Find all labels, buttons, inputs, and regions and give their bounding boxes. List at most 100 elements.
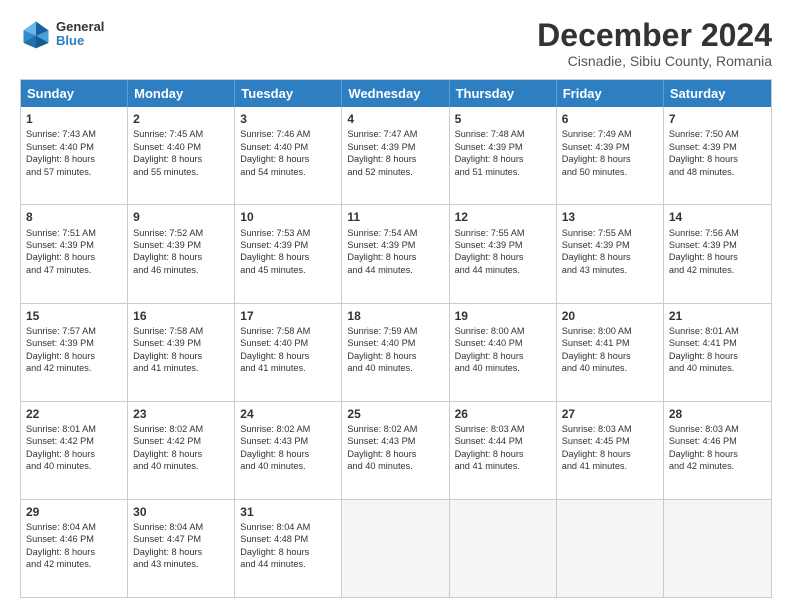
- calendar-row-3: 15Sunrise: 7:57 AM Sunset: 4:39 PM Dayli…: [21, 303, 771, 401]
- title-block: December 2024 Cisnadie, Sibiu County, Ro…: [537, 18, 772, 69]
- date-number: 23: [133, 406, 229, 422]
- calendar-cell-18: 18Sunrise: 7:59 AM Sunset: 4:40 PM Dayli…: [342, 304, 449, 401]
- cell-info: Sunrise: 7:58 AM Sunset: 4:40 PM Dayligh…: [240, 325, 336, 375]
- cell-info: Sunrise: 7:54 AM Sunset: 4:39 PM Dayligh…: [347, 227, 443, 277]
- cell-info: Sunrise: 7:47 AM Sunset: 4:39 PM Dayligh…: [347, 128, 443, 178]
- cell-info: Sunrise: 8:00 AM Sunset: 4:41 PM Dayligh…: [562, 325, 658, 375]
- date-number: 2: [133, 111, 229, 127]
- cell-info: Sunrise: 7:58 AM Sunset: 4:39 PM Dayligh…: [133, 325, 229, 375]
- calendar-cell-20: 20Sunrise: 8:00 AM Sunset: 4:41 PM Dayli…: [557, 304, 664, 401]
- date-number: 1: [26, 111, 122, 127]
- cell-info: Sunrise: 8:03 AM Sunset: 4:44 PM Dayligh…: [455, 423, 551, 473]
- cell-info: Sunrise: 8:04 AM Sunset: 4:47 PM Dayligh…: [133, 521, 229, 571]
- calendar-cell-empty-4-6: [664, 500, 771, 597]
- calendar-cell-31: 31Sunrise: 8:04 AM Sunset: 4:48 PM Dayli…: [235, 500, 342, 597]
- calendar-row-5: 29Sunrise: 8:04 AM Sunset: 4:46 PM Dayli…: [21, 499, 771, 597]
- calendar-cell-empty-4-4: [450, 500, 557, 597]
- date-number: 21: [669, 308, 766, 324]
- cell-info: Sunrise: 7:51 AM Sunset: 4:39 PM Dayligh…: [26, 227, 122, 277]
- cell-info: Sunrise: 7:48 AM Sunset: 4:39 PM Dayligh…: [455, 128, 551, 178]
- cell-info: Sunrise: 7:49 AM Sunset: 4:39 PM Dayligh…: [562, 128, 658, 178]
- date-number: 30: [133, 504, 229, 520]
- calendar-cell-27: 27Sunrise: 8:03 AM Sunset: 4:45 PM Dayli…: [557, 402, 664, 499]
- cell-info: Sunrise: 7:56 AM Sunset: 4:39 PM Dayligh…: [669, 227, 766, 277]
- cell-info: Sunrise: 8:02 AM Sunset: 4:43 PM Dayligh…: [240, 423, 336, 473]
- calendar-body: 1Sunrise: 7:43 AM Sunset: 4:40 PM Daylig…: [21, 107, 771, 597]
- date-number: 28: [669, 406, 766, 422]
- calendar: SundayMondayTuesdayWednesdayThursdayFrid…: [20, 79, 772, 598]
- date-number: 17: [240, 308, 336, 324]
- logo-blue: Blue: [56, 34, 104, 48]
- date-number: 22: [26, 406, 122, 422]
- date-number: 7: [669, 111, 766, 127]
- calendar-cell-22: 22Sunrise: 8:01 AM Sunset: 4:42 PM Dayli…: [21, 402, 128, 499]
- calendar-cell-8: 8 Sunrise: 7:51 AM Sunset: 4:39 PM Daylig…: [21, 205, 128, 302]
- date-number: 3: [240, 111, 336, 127]
- calendar-cell-29: 29Sunrise: 8:04 AM Sunset: 4:46 PM Dayli…: [21, 500, 128, 597]
- cell-info: Sunrise: 7:43 AM Sunset: 4:40 PM Dayligh…: [26, 128, 122, 178]
- calendar-row-2: 8 Sunrise: 7:51 AM Sunset: 4:39 PM Daylig…: [21, 204, 771, 302]
- calendar-cell-1: 1Sunrise: 7:43 AM Sunset: 4:40 PM Daylig…: [21, 107, 128, 204]
- calendar-row-1: 1Sunrise: 7:43 AM Sunset: 4:40 PM Daylig…: [21, 107, 771, 204]
- cell-info: Sunrise: 7:55 AM Sunset: 4:39 PM Dayligh…: [562, 227, 658, 277]
- page-title: December 2024: [537, 18, 772, 53]
- date-number: 20: [562, 308, 658, 324]
- day-header-tuesday: Tuesday: [235, 80, 342, 107]
- calendar-cell-10: 10Sunrise: 7:53 AM Sunset: 4:39 PM Dayli…: [235, 205, 342, 302]
- date-number: 14: [669, 209, 766, 225]
- calendar-cell-23: 23Sunrise: 8:02 AM Sunset: 4:42 PM Dayli…: [128, 402, 235, 499]
- calendar-cell-21: 21Sunrise: 8:01 AM Sunset: 4:41 PM Dayli…: [664, 304, 771, 401]
- date-number: 13: [562, 209, 658, 225]
- calendar-cell-28: 28Sunrise: 8:03 AM Sunset: 4:46 PM Dayli…: [664, 402, 771, 499]
- calendar-cell-14: 14 Sunrise: 7:56 AM Sunset: 4:39 PM Dayli…: [664, 205, 771, 302]
- calendar-cell-empty-4-3: [342, 500, 449, 597]
- day-header-saturday: Saturday: [664, 80, 771, 107]
- date-number: 5: [455, 111, 551, 127]
- day-header-sunday: Sunday: [21, 80, 128, 107]
- date-number: 11: [347, 209, 443, 225]
- cell-info: Sunrise: 7:50 AM Sunset: 4:39 PM Dayligh…: [669, 128, 766, 178]
- cell-info: Sunrise: 8:04 AM Sunset: 4:46 PM Dayligh…: [26, 521, 122, 571]
- calendar-row-4: 22Sunrise: 8:01 AM Sunset: 4:42 PM Dayli…: [21, 401, 771, 499]
- calendar-cell-12: 12 Sunrise: 7:55 AM Sunset: 4:39 PM Dayli…: [450, 205, 557, 302]
- date-number: 15: [26, 308, 122, 324]
- page-subtitle: Cisnadie, Sibiu County, Romania: [537, 53, 772, 69]
- date-number: 19: [455, 308, 551, 324]
- calendar-cell-empty-4-5: [557, 500, 664, 597]
- date-number: 26: [455, 406, 551, 422]
- calendar-cell-19: 19Sunrise: 8:00 AM Sunset: 4:40 PM Dayli…: [450, 304, 557, 401]
- cell-info: Sunrise: 8:03 AM Sunset: 4:45 PM Dayligh…: [562, 423, 658, 473]
- date-number: 10: [240, 209, 336, 225]
- cell-info: Sunrise: 7:55 AM Sunset: 4:39 PM Dayligh…: [455, 227, 551, 277]
- calendar-cell-25: 25Sunrise: 8:02 AM Sunset: 4:43 PM Dayli…: [342, 402, 449, 499]
- date-number: 8: [26, 209, 122, 225]
- date-number: 27: [562, 406, 658, 422]
- logo-text: General Blue: [56, 20, 104, 49]
- cell-info: Sunrise: 8:02 AM Sunset: 4:42 PM Dayligh…: [133, 423, 229, 473]
- cell-info: Sunrise: 8:01 AM Sunset: 4:42 PM Dayligh…: [26, 423, 122, 473]
- cell-info: Sunrise: 8:01 AM Sunset: 4:41 PM Dayligh…: [669, 325, 766, 375]
- date-number: 29: [26, 504, 122, 520]
- page: General Blue December 2024 Cisnadie, Sib…: [0, 0, 792, 612]
- day-header-friday: Friday: [557, 80, 664, 107]
- date-number: 24: [240, 406, 336, 422]
- header: General Blue December 2024 Cisnadie, Sib…: [20, 18, 772, 69]
- calendar-cell-7: 7Sunrise: 7:50 AM Sunset: 4:39 PM Daylig…: [664, 107, 771, 204]
- day-header-monday: Monday: [128, 80, 235, 107]
- date-number: 4: [347, 111, 443, 127]
- calendar-cell-11: 11 Sunrise: 7:54 AM Sunset: 4:39 PM Dayli…: [342, 205, 449, 302]
- calendar-cell-6: 6Sunrise: 7:49 AM Sunset: 4:39 PM Daylig…: [557, 107, 664, 204]
- date-number: 31: [240, 504, 336, 520]
- cell-info: Sunrise: 7:45 AM Sunset: 4:40 PM Dayligh…: [133, 128, 229, 178]
- date-number: 12: [455, 209, 551, 225]
- calendar-cell-26: 26Sunrise: 8:03 AM Sunset: 4:44 PM Dayli…: [450, 402, 557, 499]
- calendar-cell-17: 17Sunrise: 7:58 AM Sunset: 4:40 PM Dayli…: [235, 304, 342, 401]
- date-number: 16: [133, 308, 229, 324]
- cell-info: Sunrise: 7:52 AM Sunset: 4:39 PM Dayligh…: [133, 227, 229, 277]
- calendar-cell-24: 24Sunrise: 8:02 AM Sunset: 4:43 PM Dayli…: [235, 402, 342, 499]
- date-number: 6: [562, 111, 658, 127]
- date-number: 18: [347, 308, 443, 324]
- cell-info: Sunrise: 7:59 AM Sunset: 4:40 PM Dayligh…: [347, 325, 443, 375]
- calendar-cell-16: 16Sunrise: 7:58 AM Sunset: 4:39 PM Dayli…: [128, 304, 235, 401]
- calendar-cell-2: 2Sunrise: 7:45 AM Sunset: 4:40 PM Daylig…: [128, 107, 235, 204]
